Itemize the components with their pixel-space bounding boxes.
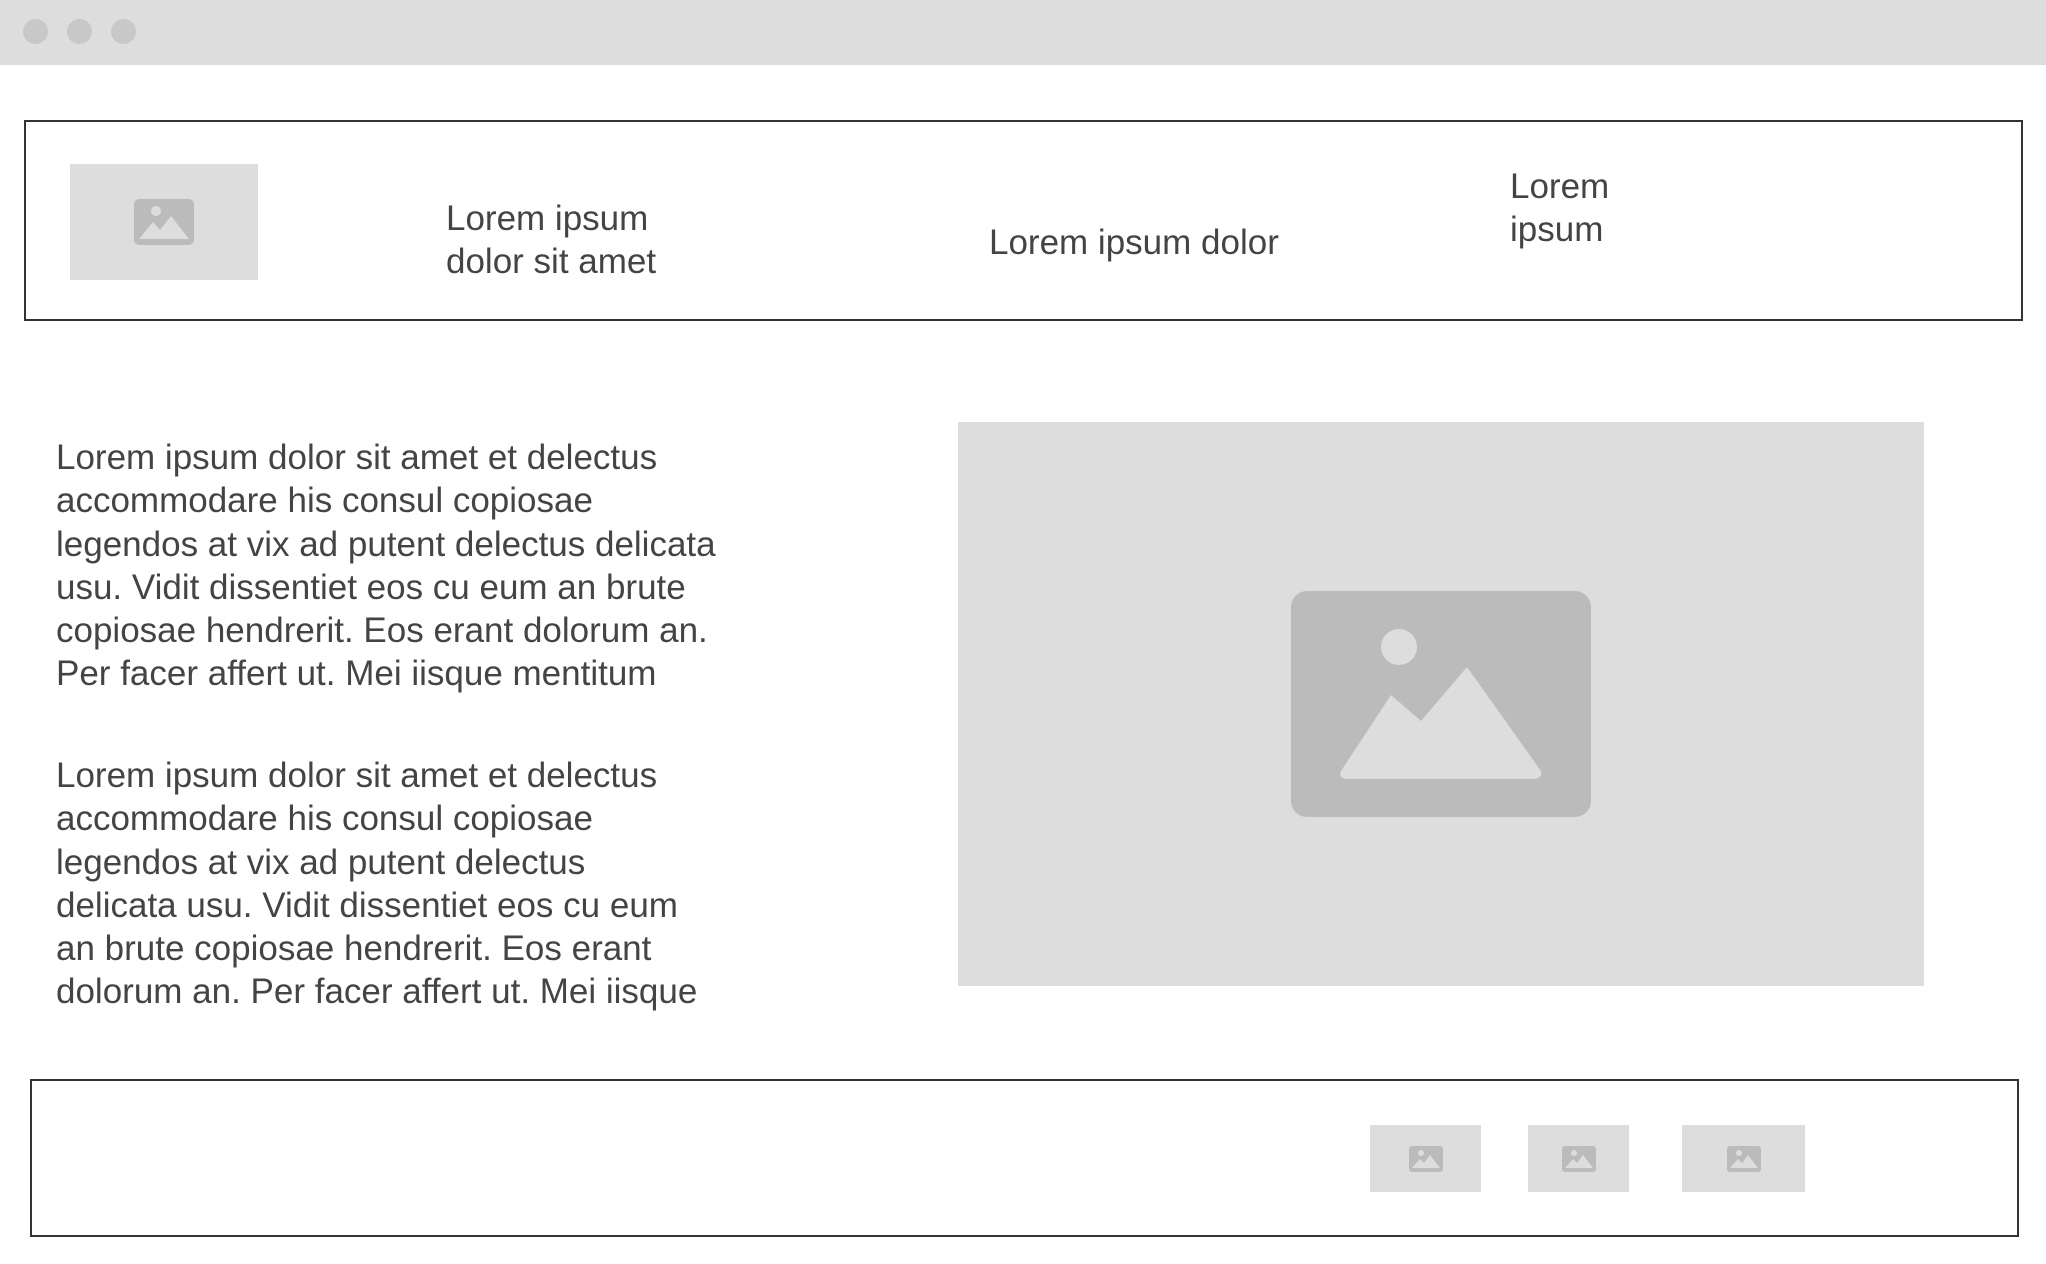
header-nav: Lorem ipsum dolor sit amet Lorem ipsum d… [24,120,2023,321]
body-paragraph: Lorem ipsum dolor sit amet et delectus a… [56,438,716,694]
image-icon [1561,1145,1596,1172]
title-bar [0,0,2046,65]
image-icon [1291,591,1591,817]
hero-image [958,422,1924,986]
nav-item-3[interactable]: Lorem ipsum [1510,165,1609,251]
image-icon [134,199,194,245]
window-close-dot[interactable] [23,19,48,44]
body-paragraph: Lorem ipsum dolor sit amet et delectus a… [56,756,698,1012]
logo-image[interactable] [70,164,258,280]
footer [30,1079,2019,1237]
footer-image-3[interactable] [1682,1125,1805,1192]
browser-window: Lorem ipsum dolor sit amet Lorem ipsum d… [0,0,2046,1264]
window-minimize-dot[interactable] [67,19,92,44]
image-icon [1726,1145,1761,1172]
nav-item-1[interactable]: Lorem ipsum dolor sit amet [446,197,656,283]
image-icon [1408,1145,1443,1172]
window-maximize-dot[interactable] [111,19,136,44]
footer-image-1[interactable] [1370,1125,1481,1192]
nav-item-2[interactable]: Lorem ipsum dolor [989,221,1279,264]
footer-image-2[interactable] [1528,1125,1629,1192]
